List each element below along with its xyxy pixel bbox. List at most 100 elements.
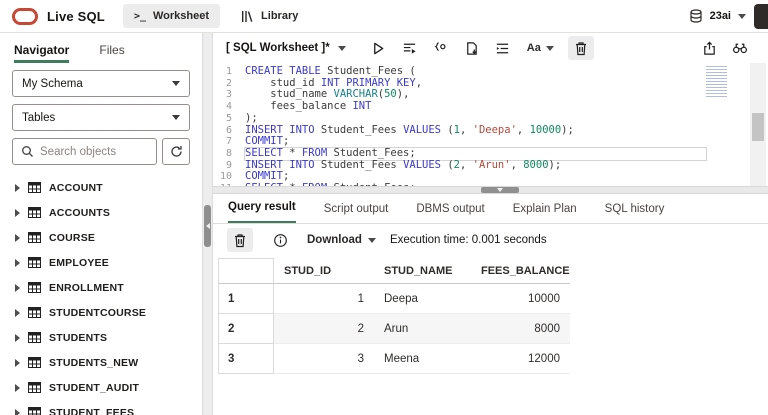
table-row[interactable]: 33Meena12000: [218, 344, 570, 374]
editor-minimap[interactable]: [706, 66, 744, 97]
header-nav: >_ Worksheet Library: [123, 4, 309, 28]
expand-caret-icon[interactable]: [15, 209, 20, 217]
cell-fees-balance: 12000: [471, 344, 570, 374]
worksheet-toolbar: [ SQL Worksheet ]* Aa: [213, 33, 768, 63]
chevron-down-icon: [172, 115, 180, 120]
object-tree: ACCOUNTACCOUNTSCOURSEEMPLOYEEENROLLMENTS…: [0, 175, 202, 415]
object-type-select-value: Tables: [22, 112, 55, 124]
code-token: ,: [460, 124, 473, 136]
search-input[interactable]: Search objects: [12, 138, 157, 165]
sql-editor[interactable]: 1CREATE TABLE Student_Fees (2 stud_id IN…: [213, 63, 768, 186]
results-panel: Query result Script output DBMS output Expl…: [213, 194, 768, 415]
clear-worksheet-button[interactable]: [568, 36, 594, 60]
panel-splitter-horizontal[interactable]: [213, 186, 768, 194]
expand-caret-icon[interactable]: [15, 359, 20, 367]
row-number-cell: 1: [218, 284, 274, 314]
results-tab-dbms-output[interactable]: DBMS output: [416, 203, 484, 223]
font-size-button[interactable]: Aa: [521, 42, 560, 54]
table-icon: [28, 407, 41, 415]
run-script-button[interactable]: [397, 36, 423, 60]
table-icon: [28, 207, 41, 218]
results-tab-script-output[interactable]: Script output: [324, 203, 389, 223]
tree-item-studentcourse[interactable]: STUDENTCOURSE: [0, 300, 202, 325]
share-button[interactable]: [696, 36, 722, 60]
code-token: 'Arun': [473, 159, 511, 171]
code-token: PRIMARY KEY: [346, 77, 416, 89]
tree-item-accounts[interactable]: ACCOUNTS: [0, 200, 202, 225]
table-name-label: STUDENT_FEES: [49, 407, 134, 415]
info-button[interactable]: [267, 228, 293, 252]
results-tab-sql-history[interactable]: SQL history: [605, 203, 665, 223]
tree-item-account[interactable]: ACCOUNT: [0, 175, 202, 200]
code-token: ;: [283, 135, 289, 147]
table-row[interactable]: 11Deepa10000: [218, 284, 570, 314]
library-icon: [241, 10, 254, 23]
app-title: Live SQL: [47, 9, 105, 24]
header-cell-stud_name: STUD_NAME: [374, 258, 471, 284]
table-icon: [28, 332, 41, 343]
code-token: 50: [384, 88, 397, 100]
expand-caret-icon[interactable]: [15, 334, 20, 342]
format-button[interactable]: [490, 36, 516, 60]
code-token: ),: [397, 88, 410, 100]
tree-item-student_fees[interactable]: STUDENT_FEES: [0, 400, 202, 415]
code-token: Student_Fees (: [321, 65, 416, 77]
code-line[interactable]: 6INSERT INTO Student_Fees VALUES (1, 'De…: [213, 125, 768, 137]
schema-select[interactable]: My Schema: [12, 70, 190, 97]
header-cell-stud_id: STUD_ID: [274, 258, 374, 284]
chevron-down-icon: [546, 46, 554, 51]
run-button[interactable]: [366, 36, 392, 60]
code-line[interactable]: 4 fees_balance INT: [213, 101, 768, 113]
line-number: 8: [213, 148, 245, 160]
expand-caret-icon[interactable]: [15, 234, 20, 242]
code-text: INSERT INTO Student_Fees VALUES (2, 'Aru…: [245, 160, 706, 172]
line-number: 9: [213, 160, 245, 172]
expand-caret-icon[interactable]: [15, 184, 20, 192]
code-line[interactable]: 9INSERT INTO Student_Fees VALUES (2, 'Ar…: [213, 160, 768, 172]
tab-navigator[interactable]: Navigator: [14, 43, 69, 63]
tab-files[interactable]: Files: [99, 43, 124, 63]
splitter-handle[interactable]: [481, 187, 519, 193]
code-token: Student_Fees;: [327, 147, 416, 159]
tree-item-course[interactable]: COURSE: [0, 225, 202, 250]
panel-splitter-vertical[interactable]: [202, 33, 213, 415]
table-row[interactable]: 22Arun8000: [218, 314, 570, 344]
splitter-handle[interactable]: [204, 205, 211, 247]
db-version-caret-icon[interactable]: [738, 14, 746, 19]
tree-item-employee[interactable]: EMPLOYEE: [0, 250, 202, 275]
search-placeholder: Search objects: [40, 146, 116, 158]
nav-item-library[interactable]: Library: [230, 4, 309, 28]
tree-item-enrollment[interactable]: ENROLLMENT: [0, 275, 202, 300]
results-tab-explain-plan[interactable]: Explain Plan: [513, 203, 577, 223]
scrollbar-thumb[interactable]: [752, 113, 764, 141]
code-token: COMMIT: [245, 135, 283, 147]
expand-caret-icon[interactable]: [15, 284, 20, 292]
code-token: 10000: [530, 124, 562, 136]
tree-item-students_new[interactable]: STUDENTS_NEW: [0, 350, 202, 375]
tree-item-students[interactable]: STUDENTS: [0, 325, 202, 350]
expand-caret-icon[interactable]: [15, 309, 20, 317]
code-token: INT: [321, 77, 340, 89]
table-name-label: ACCOUNTS: [49, 207, 110, 219]
download-button[interactable]: Download: [307, 234, 376, 246]
expand-caret-icon[interactable]: [15, 259, 20, 267]
find-button[interactable]: [727, 36, 753, 60]
expand-caret-icon[interactable]: [15, 384, 20, 392]
user-avatar[interactable]: [754, 4, 768, 29]
worksheet-title-dropdown[interactable]: [ SQL Worksheet ]*: [226, 42, 346, 54]
expand-caret-icon[interactable]: [15, 409, 20, 415]
table-name-label: STUDENTS_NEW: [49, 357, 138, 369]
code-token: ,: [416, 77, 422, 89]
code-token: 'Deepa': [473, 124, 517, 136]
document-arrow-button[interactable]: [459, 36, 485, 60]
tree-item-student_audit[interactable]: STUDENT_AUDIT: [0, 375, 202, 400]
refresh-button[interactable]: [162, 138, 190, 165]
nav-item-worksheet[interactable]: >_ Worksheet: [123, 4, 220, 28]
explain-plan-button[interactable]: [428, 36, 454, 60]
clear-results-button[interactable]: [227, 228, 253, 252]
object-type-select[interactable]: Tables: [12, 104, 190, 131]
results-tab-query-result[interactable]: Query result: [228, 201, 296, 223]
editor-scrollbar[interactable]: [750, 63, 766, 186]
cell-stud-id: 3: [274, 344, 374, 374]
row-number-cell: 2: [218, 314, 274, 344]
